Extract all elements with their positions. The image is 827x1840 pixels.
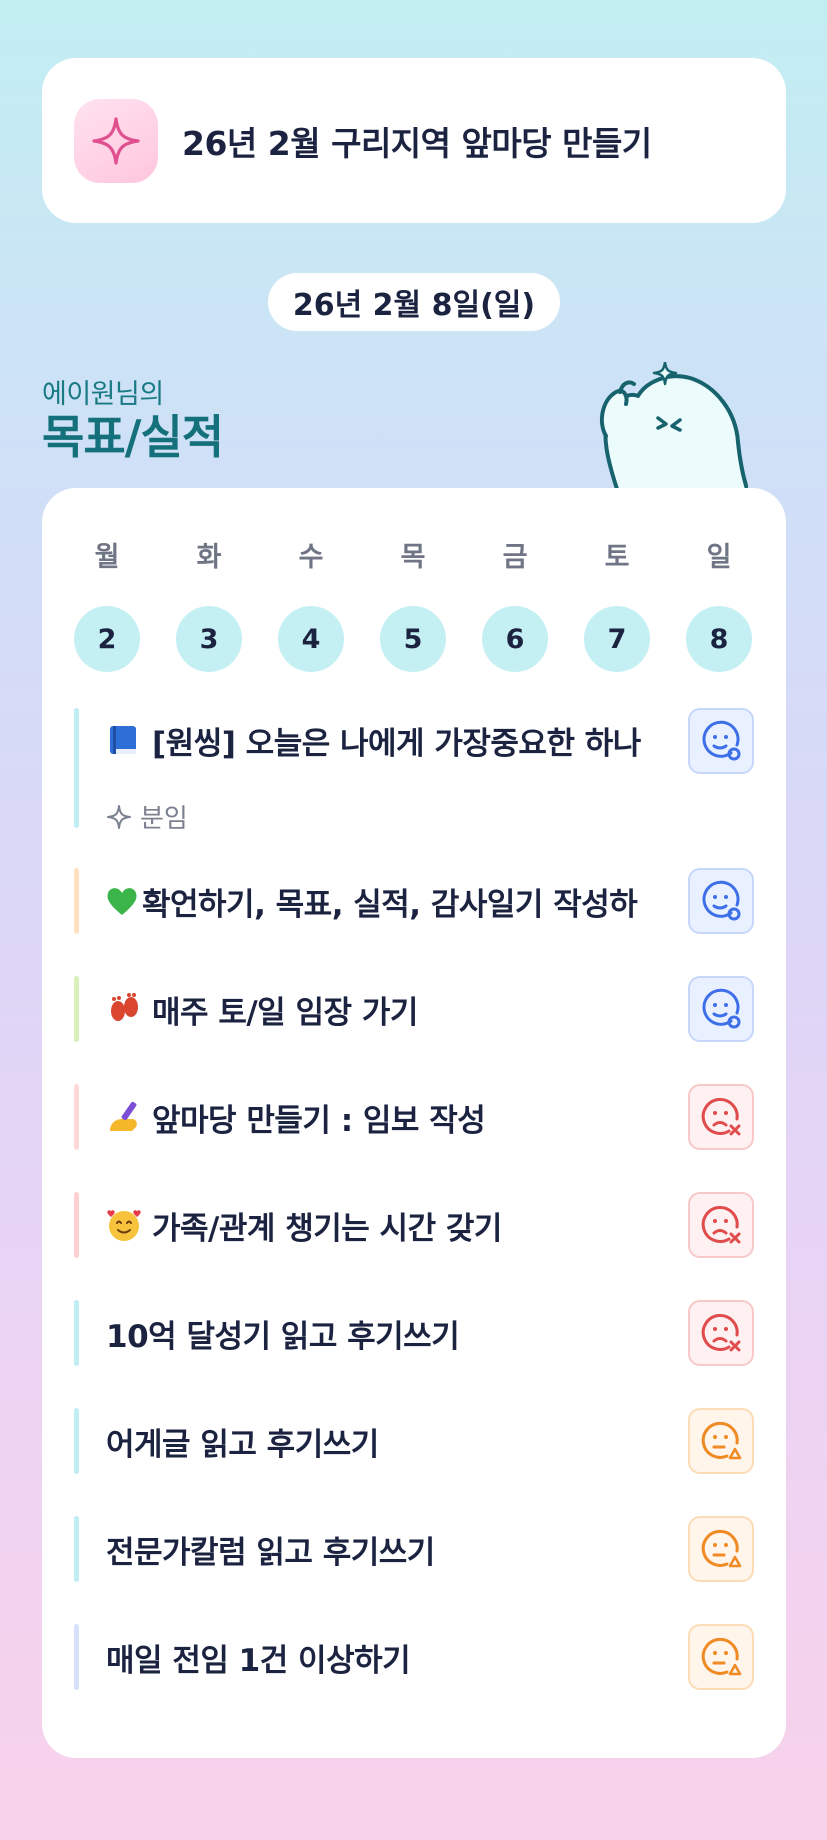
sad-face-icon xyxy=(701,1098,741,1136)
day-number: 4 xyxy=(278,606,344,672)
sparkle-icon xyxy=(74,98,158,183)
task-color-bar xyxy=(74,868,79,934)
day-tuesday[interactable]: 화 3 xyxy=(176,538,242,672)
footprints-icon xyxy=(106,991,142,1027)
mascot-illustration xyxy=(598,360,750,496)
status-good-button[interactable] xyxy=(688,868,754,934)
neutral-face-icon xyxy=(701,1529,742,1568)
day-number: 3 xyxy=(176,606,242,672)
owner-heading: 에이원님의 목표/실적 xyxy=(42,372,224,464)
task-color-bar xyxy=(74,1300,79,1366)
task-item[interactable]: 어게글 읽고 후기쓰기 xyxy=(74,1408,754,1474)
day-label: 화 xyxy=(196,542,222,573)
task-color-bar xyxy=(74,1084,79,1150)
writing-hand-icon xyxy=(106,1099,142,1135)
task-title: 전문가칼럼 읽고 후기쓰기 xyxy=(106,1527,666,1571)
goal-title: 26년 2월 구리지역 앞마당 만들기 xyxy=(182,123,652,163)
owner-section-title: 목표/실적 xyxy=(42,410,224,464)
task-color-bar xyxy=(74,1624,79,1690)
smile-face-icon xyxy=(702,720,741,761)
day-label: 월 xyxy=(94,542,120,573)
day-thursday[interactable]: 목 5 xyxy=(380,538,446,672)
day-label: 토 xyxy=(604,542,630,573)
green-heart-icon xyxy=(104,883,140,919)
task-title: 가족/관계 챙기는 시간 갖기 xyxy=(106,1203,666,1247)
task-title-text: 매일 전임 1건 이상하기 xyxy=(106,1642,411,1679)
task-title: 매일 전임 1건 이상하기 xyxy=(106,1635,666,1679)
task-color-bar xyxy=(74,1516,79,1582)
day-number: 5 xyxy=(380,606,446,672)
day-label: 일 xyxy=(706,542,732,573)
task-title: 어게글 읽고 후기쓰기 xyxy=(106,1419,666,1463)
day-wednesday[interactable]: 수 4 xyxy=(278,538,344,672)
status-neutral-button[interactable] xyxy=(688,1624,754,1690)
task-item[interactable]: 매주 토/일 임장 가기 xyxy=(74,976,754,1042)
day-number: 7 xyxy=(584,606,650,672)
task-title: 10억 달성기 읽고 후기쓰기 xyxy=(106,1311,666,1355)
owner-name: 에이원님의 xyxy=(42,379,164,410)
weekly-goals-card: 월 2 화 3 수 4 목 5 금 6 토 7 일 8 [원씽] 오늘은 나에게… xyxy=(42,488,786,1758)
date-selector[interactable]: 26년 2월 8일(일) xyxy=(268,273,560,331)
status-good-button[interactable] xyxy=(688,708,754,774)
day-number: 2 xyxy=(74,606,140,672)
task-title-text: 10억 달성기 읽고 후기쓰기 xyxy=(106,1318,460,1355)
task-color-bar xyxy=(74,1192,79,1258)
task-color-bar xyxy=(74,708,79,828)
task-item[interactable]: 앞마당 만들기 : 임보 작성 xyxy=(74,1084,754,1150)
task-item[interactable]: 확언하기, 목표, 실적, 감사일기 작성하 xyxy=(74,868,754,934)
day-friday[interactable]: 금 6 xyxy=(482,538,548,672)
neutral-face-icon xyxy=(701,1637,742,1676)
task-title-text: [원씽] 오늘은 나에게 가장중요한 하나 xyxy=(152,725,641,762)
status-bad-button[interactable] xyxy=(688,1300,754,1366)
task-item[interactable]: 전문가칼럼 읽고 후기쓰기 xyxy=(74,1516,754,1582)
task-title: 앞마당 만들기 : 임보 작성 xyxy=(106,1095,666,1139)
task-title-text: 어게글 읽고 후기쓰기 xyxy=(106,1426,379,1463)
task-title-text: 앞마당 만들기 : 임보 작성 xyxy=(152,1102,486,1139)
task-title: 매주 토/일 임장 가기 xyxy=(106,987,666,1031)
status-neutral-button[interactable] xyxy=(688,1408,754,1474)
day-label: 목 xyxy=(400,542,426,573)
task-title-text: 매주 토/일 임장 가기 xyxy=(152,994,418,1031)
status-good-button[interactable] xyxy=(688,976,754,1042)
task-title-text: 확언하기, 목표, 실적, 감사일기 작성하 xyxy=(142,886,638,923)
task-sub-label: 분임 xyxy=(140,804,188,834)
book-icon xyxy=(106,722,142,758)
task-title: [원씽] 오늘은 나에게 가장중요한 하나 xyxy=(106,718,666,762)
sad-face-icon xyxy=(701,1314,741,1352)
task-title-text: 전문가칼럼 읽고 후기쓰기 xyxy=(106,1534,435,1571)
task-item[interactable]: [원씽] 오늘은 나에게 가장중요한 하나 분임 xyxy=(74,708,754,834)
task-title-text: 가족/관계 챙기는 시간 갖기 xyxy=(152,1210,502,1247)
smile-face-icon xyxy=(702,988,741,1029)
task-color-bar xyxy=(74,976,79,1042)
neutral-face-icon xyxy=(701,1421,742,1460)
task-item[interactable]: 10억 달성기 읽고 후기쓰기 xyxy=(74,1300,754,1366)
day-monday[interactable]: 월 2 xyxy=(74,538,140,672)
smiling-hearts-icon xyxy=(106,1207,142,1243)
task-title: 확언하기, 목표, 실적, 감사일기 작성하 xyxy=(104,879,679,923)
day-label: 수 xyxy=(298,542,324,573)
day-number: 8 xyxy=(686,606,752,672)
status-bad-button[interactable] xyxy=(688,1084,754,1150)
day-sunday[interactable]: 일 8 xyxy=(686,538,752,672)
sparkle-outline-icon xyxy=(106,804,132,830)
goal-header-card[interactable]: 26년 2월 구리지역 앞마당 만들기 xyxy=(42,58,786,223)
status-bad-button[interactable] xyxy=(688,1192,754,1258)
day-label: 금 xyxy=(502,542,528,573)
status-neutral-button[interactable] xyxy=(688,1516,754,1582)
task-item[interactable]: 가족/관계 챙기는 시간 갖기 xyxy=(74,1192,754,1258)
day-number: 6 xyxy=(482,606,548,672)
sad-face-icon xyxy=(701,1206,741,1244)
smile-face-icon xyxy=(702,880,741,921)
task-item[interactable]: 매일 전임 1건 이상하기 xyxy=(74,1624,754,1690)
task-color-bar xyxy=(74,1408,79,1474)
day-saturday[interactable]: 토 7 xyxy=(584,538,650,672)
task-sub: 분임 xyxy=(106,798,188,835)
